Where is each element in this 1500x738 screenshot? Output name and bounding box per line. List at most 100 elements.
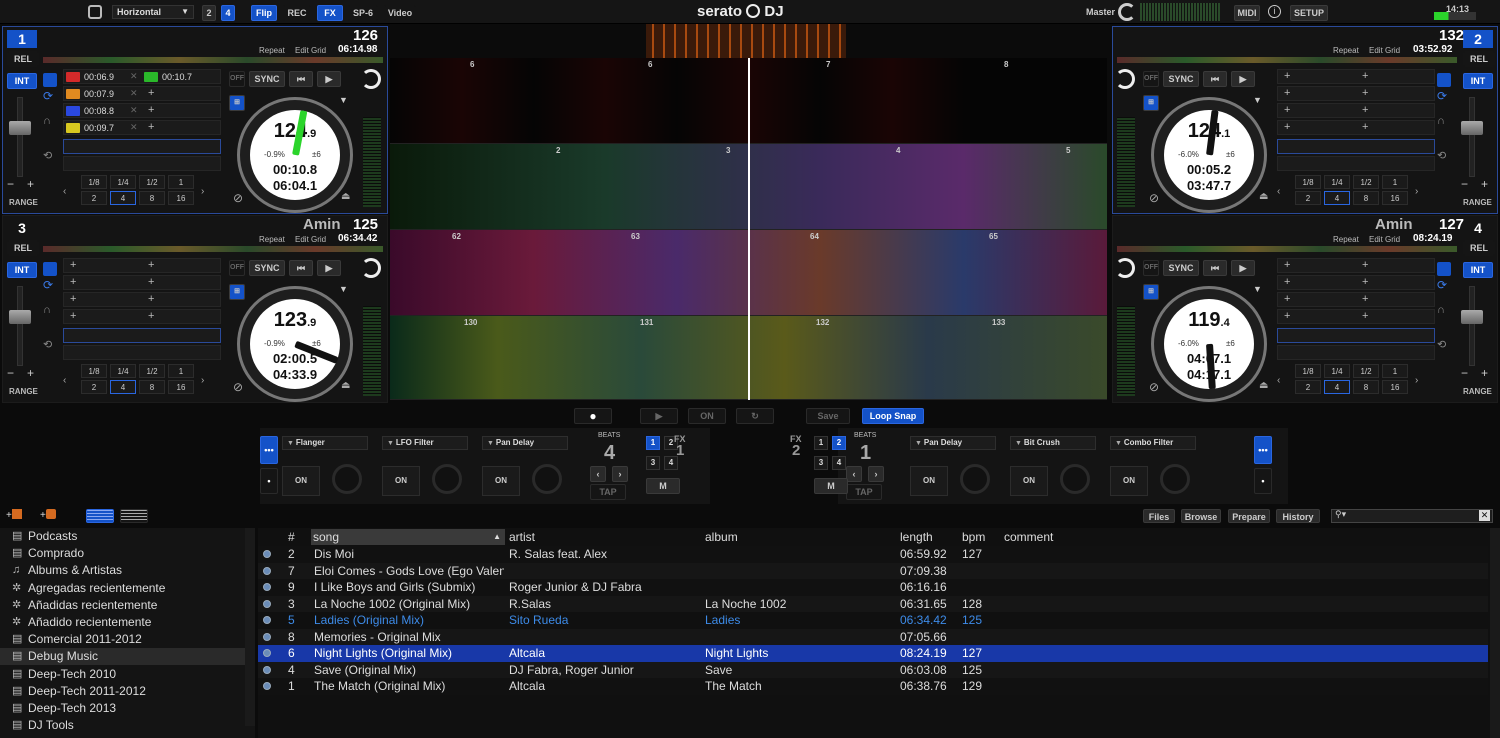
cue-add-button[interactable]: + (1362, 293, 1368, 305)
table-row[interactable]: 7 Eloi Comes - Gods Love (Ego Valente Rem… (258, 562, 1488, 579)
keylock-icon[interactable]: ⊞ (229, 284, 245, 300)
censor-icon[interactable]: ⊘ (1149, 191, 1159, 205)
cue-point-row[interactable]: + + (1277, 69, 1435, 84)
loop-prev-button[interactable]: ‹ (1277, 366, 1289, 396)
cue-add-button[interactable]: + (1284, 259, 1290, 271)
pitch-slider[interactable] (1469, 286, 1475, 366)
loop-length-button[interactable]: 1 (1382, 364, 1408, 378)
play-icon[interactable]: ▶ (640, 408, 678, 424)
cue-add-button[interactable]: + (148, 104, 154, 116)
int-mode-button[interactable]: INT (1463, 73, 1493, 89)
crate-item[interactable]: ▤ Debug Music (0, 648, 245, 666)
clear-search-icon[interactable]: ✕ (1479, 510, 1490, 521)
rel-mode-button[interactable]: REL (7, 51, 39, 67)
table-row[interactable]: 3 La Noche 1002 (Original Mix) R.Salas La N… (258, 595, 1488, 612)
cue-add-button[interactable]: + (148, 259, 154, 271)
save-button[interactable]: Save (806, 408, 850, 424)
flip-button[interactable]: Flip (251, 5, 277, 21)
fx-effect-select[interactable]: ▼ Combo Filter (1110, 436, 1196, 450)
cue-add-button[interactable]: + (148, 293, 154, 305)
off-button[interactable]: OFF (1143, 71, 1159, 87)
cue-color-chip[interactable] (66, 106, 80, 116)
cue-add-button[interactable]: + (70, 293, 76, 305)
repeat-button[interactable]: Repeat (1333, 46, 1359, 55)
loop-length-button[interactable]: 1/8 (81, 175, 107, 189)
loop-length-button[interactable]: 16 (168, 380, 194, 394)
pitch-minus-button[interactable]: − (7, 366, 14, 380)
col-comment-header[interactable]: comment (1004, 530, 1053, 544)
platter[interactable]: 124.1 -6.0% ±6 00:05.2 03:47.7 (1151, 97, 1267, 213)
pitch-plus-button[interactable]: + (1481, 177, 1488, 191)
fx-mode-button[interactable]: M (646, 478, 680, 494)
repeat-button[interactable]: Repeat (1333, 235, 1359, 244)
keylock-icon[interactable]: ⊞ (229, 95, 245, 111)
fx-depth-knob[interactable] (332, 464, 362, 494)
off-button[interactable]: OFF (229, 71, 245, 87)
cue-add-button[interactable]: + (1284, 70, 1290, 82)
refresh-icon[interactable]: ↻ (736, 408, 774, 424)
loop-length-button[interactable]: 16 (168, 191, 194, 205)
play-pause-icon[interactable]: ▶ (317, 260, 341, 276)
loop-roll-icon[interactable]: ⟲ (1437, 149, 1451, 163)
previous-track-icon[interactable]: ⏮ (1203, 260, 1227, 276)
tempo-knob[interactable] (361, 69, 381, 89)
play-pause-icon[interactable]: ▶ (317, 71, 341, 87)
loop-length-button[interactable]: 1/8 (1295, 364, 1321, 378)
fx-depth-knob[interactable] (532, 464, 562, 494)
col-song-header[interactable]: song ▲ (311, 529, 505, 545)
cue-icon[interactable] (43, 262, 57, 276)
table-row[interactable]: 9 I Like Boys and Girls (Submix) Roger Jun… (258, 579, 1488, 596)
loop-length-button[interactable]: 1 (1382, 175, 1408, 189)
table-row[interactable]: 8 Memories - Original Mix 07:05.66 (258, 628, 1488, 645)
search-input[interactable]: ⚲▾ ✕ (1331, 509, 1493, 523)
loop-length-button[interactable]: 8 (139, 380, 165, 394)
cue-point-row[interactable]: + + (63, 309, 221, 324)
fx-on-button[interactable]: ON (910, 466, 948, 496)
cue-delete-icon[interactable]: ✕ (130, 88, 138, 99)
loop-slot[interactable] (63, 156, 221, 171)
cue-point-row[interactable]: + + (1277, 120, 1435, 135)
cue-point-row[interactable]: 00:07.9 ✕ + (63, 86, 221, 101)
col-artist-header[interactable]: artist (509, 530, 535, 544)
previous-track-icon[interactable]: ⏮ (289, 71, 313, 87)
cue-add-button[interactable]: + (1284, 121, 1290, 133)
loop-length-button[interactable]: 4 (110, 191, 136, 205)
cue-point-row[interactable]: 00:08.8 ✕ + (63, 103, 221, 118)
rec-button[interactable]: REC (283, 5, 311, 21)
loop-length-button[interactable]: 8 (139, 191, 165, 205)
pitch-minus-button[interactable]: − (1461, 366, 1468, 380)
cue-add-button[interactable]: + (148, 276, 154, 288)
sync-button[interactable]: SYNC (1163, 260, 1199, 276)
sp6-button[interactable]: SP-6 (348, 5, 378, 21)
cue-point-row[interactable]: + + (1277, 258, 1435, 273)
pitch-slider[interactable] (17, 97, 23, 177)
files-tab[interactable]: Files (1143, 509, 1175, 523)
eject-icon[interactable]: ⏏ (1259, 191, 1268, 202)
loop-slot[interactable] (1277, 139, 1435, 154)
fx-deck-assign-button[interactable]: 1 (814, 436, 828, 450)
play-pause-icon[interactable]: ▶ (1231, 71, 1255, 87)
edit-grid-button[interactable]: Edit Grid (295, 235, 326, 244)
loop-length-button[interactable]: 1/2 (139, 364, 165, 378)
loop-slot[interactable] (63, 328, 221, 343)
waveform-area[interactable]: 6 6 7 8 2 3 4 5 62 63 64 65 130 131 132 … (390, 58, 1107, 400)
cue-add-button[interactable]: + (1362, 310, 1368, 322)
cue-add-button[interactable]: + (1284, 276, 1290, 288)
cue-add-button[interactable]: + (1284, 293, 1290, 305)
pitch-plus-button[interactable]: + (1481, 366, 1488, 380)
layout-select[interactable]: Horizontal ▼ (112, 5, 194, 19)
keylock-icon[interactable]: ⊞ (1143, 95, 1159, 111)
loop-length-button[interactable]: 1/2 (1353, 364, 1379, 378)
cue-delete-icon[interactable]: ✕ (130, 71, 138, 82)
edit-grid-button[interactable]: Edit Grid (295, 46, 326, 55)
loop-length-button[interactable]: 2 (81, 380, 107, 394)
play-pause-icon[interactable]: ▶ (1231, 260, 1255, 276)
cue-icon[interactable] (1437, 262, 1451, 276)
add-crate-button[interactable]: + (6, 509, 36, 524)
pitch-slider[interactable] (17, 286, 23, 366)
crate-item[interactable]: ▤ Deep-Tech 2011-2012 (0, 683, 245, 700)
master-volume-knob[interactable] (1118, 3, 1136, 21)
fx-depth-knob[interactable] (1060, 464, 1090, 494)
pitch-plus-button[interactable]: + (27, 366, 34, 380)
tempo-knob[interactable] (1115, 258, 1135, 278)
